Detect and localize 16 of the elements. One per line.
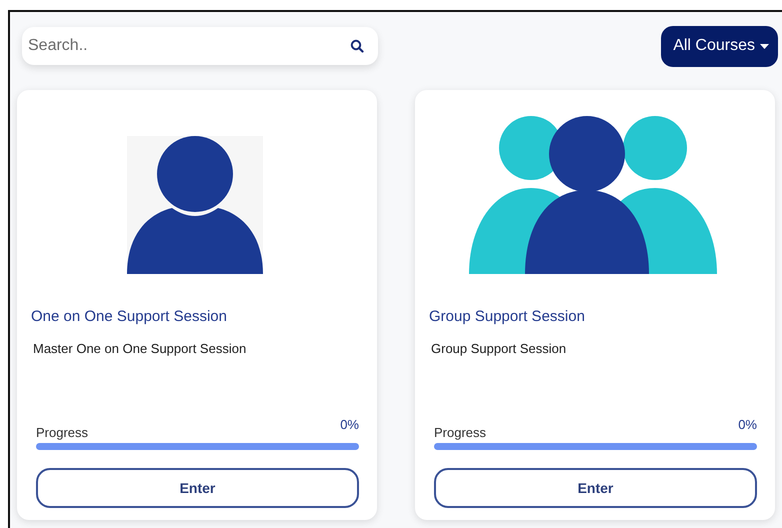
group-icon [469,116,717,274]
progress-value: 0% [340,417,359,432]
search-field[interactable]: Search.. [22,27,378,65]
progress-label: Progress [434,425,486,440]
search-icon[interactable] [350,39,364,53]
course-description: Master One on One Support Session [32,341,248,356]
course-title[interactable]: Group Support Session [429,308,757,325]
course-filter-dropdown[interactable]: All Courses [661,26,778,66]
course-title[interactable]: One on One Support Session [31,308,359,325]
progress-label: Progress [36,425,88,440]
course-description: Group Support Session [430,341,568,356]
person-icon [127,136,263,274]
progress-value: 0% [738,417,757,432]
enter-button[interactable]: Enter [36,468,359,508]
enter-button[interactable]: Enter [434,468,757,508]
caret-icon [760,44,769,48]
